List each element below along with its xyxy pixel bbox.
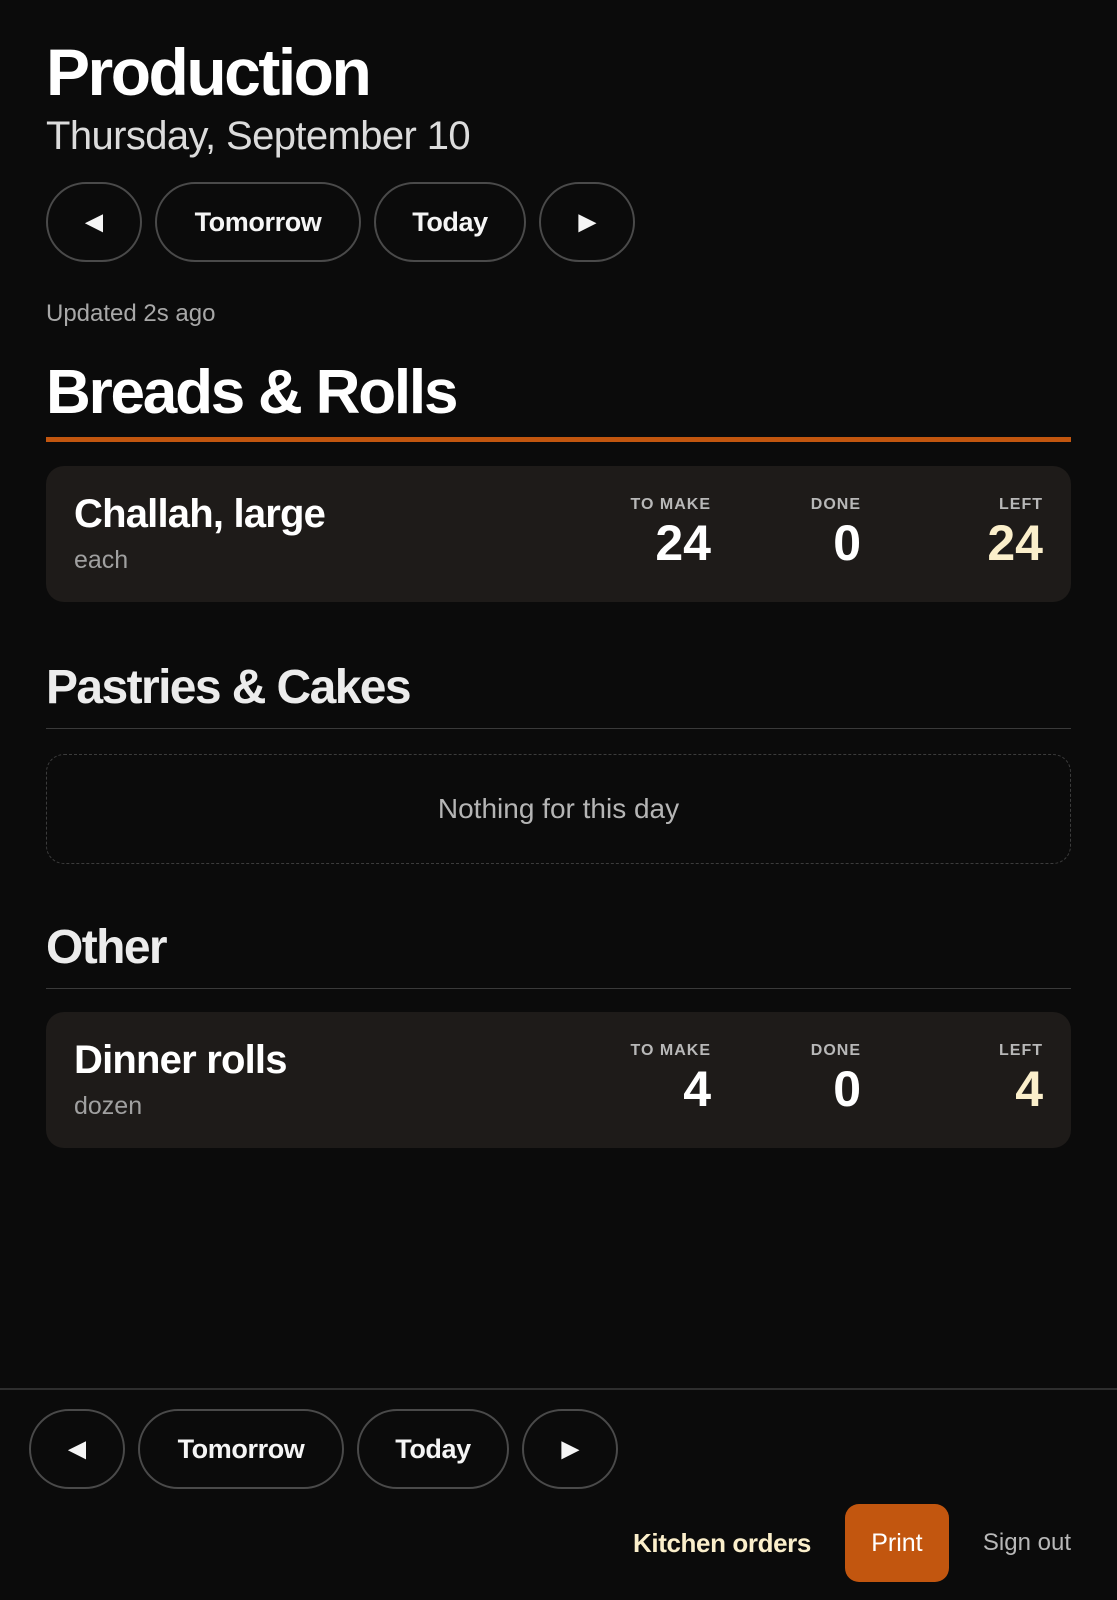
print-button[interactable]: Print — [844, 1504, 949, 1582]
footer-actions: Kitchen orders Print Sign out — [633, 1504, 1071, 1582]
stat-value: 24 — [987, 515, 1043, 571]
section-title-breads: Breads & Rolls — [46, 358, 458, 427]
section-divider — [46, 728, 1071, 729]
day-nav-bottom: ◀ Tomorrow Today ▶ — [29, 1409, 618, 1489]
day-nav-top: ◀ Tomorrow Today ▶ — [46, 182, 635, 262]
chevron-left-icon: ◀ — [68, 1436, 86, 1461]
prev-day-button[interactable]: ◀ — [46, 182, 142, 262]
current-date: Thursday, September 10 — [46, 114, 471, 158]
stat-to-make: TO MAKE 4 — [631, 1042, 711, 1116]
section-title-pastries: Pastries & Cakes — [46, 661, 412, 714]
stat-value: 4 — [1015, 1061, 1043, 1117]
stat-left: LEFT 24 — [987, 496, 1043, 570]
stat-label: DONE — [810, 1042, 861, 1059]
production-item-card[interactable]: Dinner rolls dozen TO MAKE 4 DONE 0 LEFT… — [46, 1012, 1071, 1148]
stat-label: TO MAKE — [630, 496, 711, 513]
stat-left: LEFT 4 — [999, 1042, 1043, 1116]
stat-done: DONE 0 — [811, 1042, 861, 1116]
chevron-right-icon: ▶ — [561, 1436, 579, 1461]
section-divider — [46, 437, 1071, 442]
stat-value: 4 — [683, 1061, 711, 1117]
stat-label: TO MAKE — [630, 1042, 711, 1059]
today-button[interactable]: Today — [357, 1409, 509, 1489]
chevron-right-icon: ▶ — [578, 209, 596, 234]
page-title: Production — [46, 35, 372, 109]
item-name: Dinner rolls — [74, 1038, 287, 1082]
prev-day-button[interactable]: ◀ — [29, 1409, 125, 1489]
item-unit: each — [74, 546, 129, 574]
next-day-button[interactable]: ▶ — [539, 182, 635, 262]
stat-to-make: TO MAKE 24 — [631, 496, 711, 570]
chevron-left-icon: ◀ — [85, 209, 103, 234]
today-button[interactable]: Today — [374, 182, 526, 262]
updated-status: Updated 2s ago — [46, 300, 216, 327]
stat-value: 0 — [833, 1061, 861, 1117]
section-title-other: Other — [46, 921, 168, 974]
item-unit: dozen — [74, 1092, 143, 1120]
stat-value: 0 — [833, 515, 861, 571]
stat-label: LEFT — [999, 496, 1043, 513]
section-divider — [46, 988, 1071, 989]
production-item-card[interactable]: Challah, large each TO MAKE 24 DONE 0 LE… — [46, 466, 1071, 602]
tomorrow-button[interactable]: Tomorrow — [138, 1409, 344, 1489]
bottom-toolbar: ◀ Tomorrow Today ▶ Kitchen orders Print … — [0, 1388, 1117, 1600]
stat-value: 24 — [655, 515, 711, 571]
sign-out-link[interactable]: Sign out — [983, 1529, 1071, 1557]
stat-done: DONE 0 — [811, 496, 861, 570]
stat-label: DONE — [810, 496, 861, 513]
production-page: Production Thursday, September 10 ◀ Tomo… — [0, 0, 1117, 1600]
item-name: Challah, large — [74, 492, 326, 536]
kitchen-orders-link[interactable]: Kitchen orders — [633, 1528, 811, 1559]
tomorrow-button[interactable]: Tomorrow — [155, 182, 361, 262]
stat-label: LEFT — [999, 1042, 1043, 1059]
empty-state: Nothing for this day — [46, 754, 1071, 864]
next-day-button[interactable]: ▶ — [522, 1409, 618, 1489]
